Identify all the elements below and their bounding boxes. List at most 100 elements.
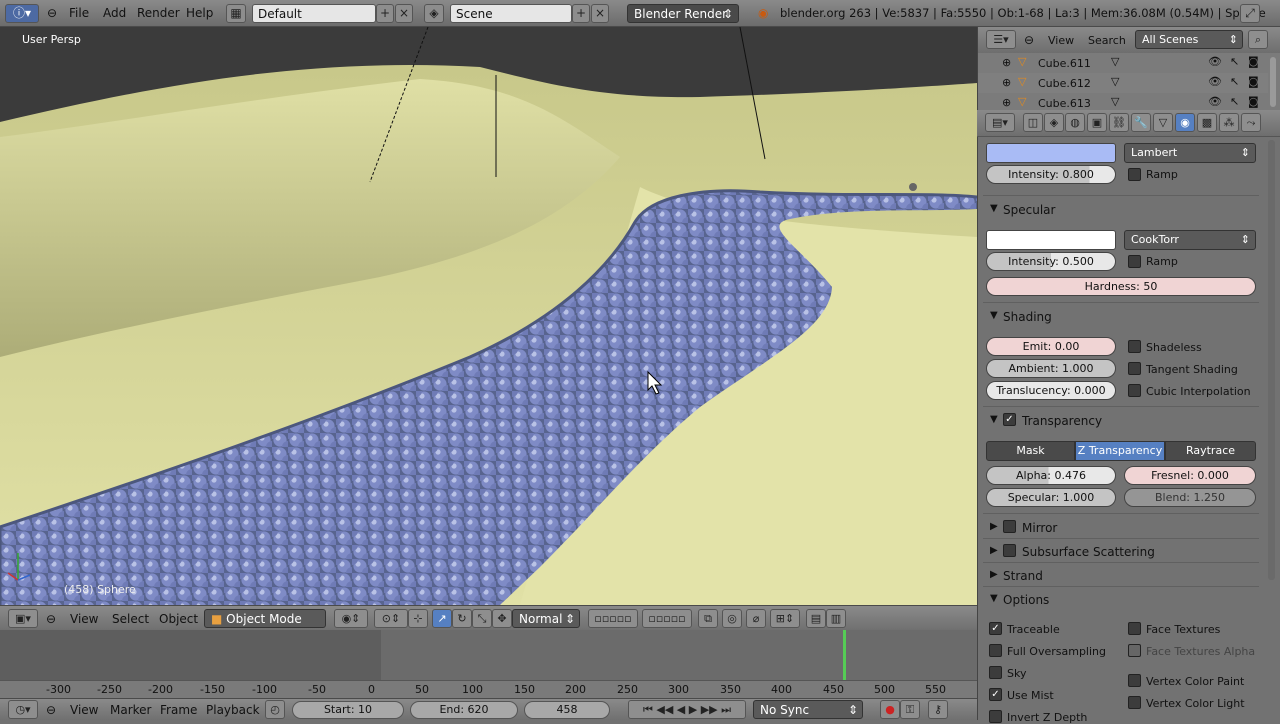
menu-view[interactable]: View bbox=[1048, 34, 1074, 47]
add-layout-icon[interactable]: + bbox=[376, 4, 394, 23]
mirror-enable-checkbox[interactable] bbox=[1003, 520, 1016, 533]
cubic-interpolation-checkbox[interactable] bbox=[1128, 384, 1141, 397]
manipulator-icon[interactable]: ⊹ bbox=[408, 609, 428, 628]
end-frame-field[interactable]: End: 620 bbox=[410, 701, 518, 719]
data-tab-icon[interactable]: ▽ bbox=[1153, 113, 1173, 132]
full-oversampling-checkbox[interactable] bbox=[989, 644, 1002, 657]
emit-field[interactable]: Emit: 0.00 bbox=[986, 337, 1116, 356]
layers-grid-a[interactable]: ▫▫▫▫▫ bbox=[588, 609, 638, 628]
menu-marker[interactable]: Marker bbox=[110, 703, 151, 717]
snap-element-icon[interactable]: ⊞⇕ bbox=[770, 609, 800, 628]
invert-z-checkbox[interactable] bbox=[989, 710, 1002, 723]
properties-scrollbar[interactable] bbox=[1268, 140, 1275, 580]
expand-icon[interactable]: ⊕ bbox=[1002, 56, 1011, 69]
outliner-row[interactable]: ⊕ ▽ Cube.611 ▽ 👁 ↖ ◙ bbox=[978, 53, 1268, 73]
transform-icon[interactable]: ✥ bbox=[492, 609, 512, 628]
snap-icon[interactable]: ⌀ bbox=[746, 609, 766, 628]
vertex-color-paint-checkbox[interactable] bbox=[1128, 674, 1141, 687]
panel-specular[interactable]: ▼ Specular bbox=[983, 199, 1259, 221]
scene-field[interactable]: Scene bbox=[450, 4, 572, 23]
camera-icon[interactable]: ◙ bbox=[1248, 55, 1259, 68]
delete-layout-icon[interactable]: × bbox=[395, 4, 413, 23]
specular-color-swatch[interactable] bbox=[986, 230, 1116, 250]
collapse-menu-icon[interactable]: ⊖ bbox=[46, 612, 56, 626]
fullscreen-icon[interactable]: ⤢ bbox=[1240, 4, 1260, 23]
translucency-slider[interactable]: Translucency: 0.000 bbox=[986, 381, 1116, 400]
transparency-raytrace-tab[interactable]: Raytrace bbox=[1165, 441, 1256, 461]
specular-shader-select[interactable]: CookTorr ⇕ bbox=[1124, 230, 1256, 250]
timeline-ruler[interactable]: -300 -250 -200 -150 -100 -50 0 50 100 15… bbox=[0, 680, 977, 698]
editor-type-outliner-icon[interactable]: ☰▾ bbox=[986, 30, 1016, 49]
render-opengl-icon[interactable]: ▤ bbox=[806, 609, 826, 628]
shadeless-checkbox[interactable] bbox=[1128, 340, 1141, 353]
render-tab-icon[interactable]: ◫ bbox=[1023, 113, 1043, 132]
menu-search[interactable]: Search bbox=[1088, 34, 1126, 47]
tangent-shading-checkbox[interactable] bbox=[1128, 362, 1141, 375]
menu-help[interactable]: Help bbox=[186, 6, 213, 20]
use-mist-checkbox[interactable]: ✓ bbox=[989, 688, 1002, 701]
specular-ramp-checkbox[interactable] bbox=[1128, 255, 1141, 268]
modifiers-tab-icon[interactable]: 🔧 bbox=[1131, 113, 1151, 132]
material-tab-icon[interactable]: ◉ bbox=[1175, 113, 1195, 132]
sky-checkbox[interactable] bbox=[989, 666, 1002, 679]
cursor-icon[interactable]: ↖ bbox=[1230, 95, 1239, 108]
editor-type-3d-icon[interactable]: ▣▾ bbox=[8, 609, 38, 628]
panel-subsurface-scattering[interactable]: ▶ Subsurface Scattering bbox=[983, 541, 1259, 563]
object-tab-icon[interactable]: ▣ bbox=[1087, 113, 1107, 132]
menu-add[interactable]: Add bbox=[103, 6, 126, 20]
editor-type-properties-icon[interactable]: ▤▾ bbox=[985, 113, 1015, 132]
keyframe-icon[interactable]: ⚷ bbox=[928, 700, 948, 719]
blend-field[interactable]: Blend: 1.250 bbox=[1124, 488, 1256, 507]
add-scene-icon[interactable]: + bbox=[572, 4, 590, 23]
current-frame-field[interactable]: 458 bbox=[524, 701, 610, 719]
collapse-menu-icon[interactable]: ⊖ bbox=[46, 703, 56, 717]
sss-enable-checkbox[interactable] bbox=[1003, 544, 1016, 557]
eye-icon[interactable]: 👁 bbox=[1208, 95, 1222, 108]
render-anim-icon[interactable]: ▥ bbox=[826, 609, 846, 628]
display-mode-select[interactable]: All Scenes ⇕ bbox=[1135, 30, 1243, 49]
diffuse-shader-select[interactable]: Lambert ⇕ bbox=[1124, 143, 1256, 163]
eye-icon[interactable]: 👁 bbox=[1208, 75, 1222, 88]
expand-icon[interactable]: ⊕ bbox=[1002, 76, 1011, 89]
face-textures-alpha-checkbox[interactable] bbox=[1128, 644, 1141, 657]
search-icon[interactable]: ⌕ bbox=[1248, 30, 1268, 49]
menu-render[interactable]: Render bbox=[137, 6, 180, 20]
preview-range-icon[interactable]: ◴ bbox=[265, 700, 285, 719]
cursor-icon[interactable]: ↖ bbox=[1230, 75, 1239, 88]
viewport-shading-icon[interactable]: ◉⇕ bbox=[334, 609, 368, 628]
3d-viewport[interactable]: User Persp (458) Sphere bbox=[0, 27, 977, 605]
render-engine-select[interactable]: Blender Render ⇕ bbox=[627, 4, 739, 23]
scene-icon[interactable]: ◈ bbox=[424, 4, 444, 23]
outliner-scrollbar[interactable] bbox=[1270, 57, 1276, 107]
menu-playback[interactable]: Playback bbox=[206, 703, 260, 717]
ambient-slider[interactable]: Ambient: 1.000 bbox=[986, 359, 1116, 378]
editor-type-timeline-icon[interactable]: ◷▾ bbox=[8, 700, 38, 719]
pivot-point-icon[interactable]: ⊙⇕ bbox=[374, 609, 408, 628]
menu-object[interactable]: Object bbox=[159, 612, 198, 626]
translate-icon[interactable]: ↗ bbox=[432, 609, 452, 628]
layer-lock-icon[interactable]: ⧉ bbox=[698, 609, 718, 628]
outliner-row[interactable]: ⊕ ▽ Cube.612 ▽ 👁 ↖ ◙ bbox=[978, 73, 1268, 93]
diffuse-ramp-checkbox[interactable] bbox=[1128, 168, 1141, 181]
camera-icon[interactable]: ◙ bbox=[1248, 95, 1259, 108]
specular-alpha-slider[interactable]: Specular: 1.000 bbox=[986, 488, 1116, 507]
editor-type-info-icon[interactable]: ⓘ▾ bbox=[5, 4, 39, 23]
transparency-mask-tab[interactable]: Mask bbox=[986, 441, 1075, 461]
diffuse-color-swatch[interactable] bbox=[986, 143, 1116, 163]
specular-intensity-slider[interactable]: Intensity: 0.500 bbox=[986, 252, 1116, 271]
menu-view[interactable]: View bbox=[70, 612, 98, 626]
sync-select[interactable]: No Sync ⇕ bbox=[753, 700, 863, 719]
start-frame-field[interactable]: Start: 10 bbox=[292, 701, 404, 719]
traceable-checkbox[interactable]: ✓ bbox=[989, 622, 1002, 635]
eye-icon[interactable]: 👁 bbox=[1208, 55, 1222, 68]
orientation-select[interactable]: Normal ⇕ bbox=[512, 609, 580, 628]
particles-tab-icon[interactable]: ⁂ bbox=[1219, 113, 1239, 132]
world-tab-icon[interactable]: ◍ bbox=[1065, 113, 1085, 132]
hardness-field[interactable]: Hardness: 50 bbox=[986, 277, 1256, 296]
transparency-z-tab[interactable]: Z Transparency bbox=[1075, 441, 1165, 461]
physics-tab-icon[interactable]: ⤳ bbox=[1241, 113, 1261, 132]
panel-strand[interactable]: ▶ Strand bbox=[983, 565, 1259, 587]
expand-icon[interactable]: ⊕ bbox=[1002, 96, 1011, 109]
proportional-edit-icon[interactable]: ◎ bbox=[722, 609, 742, 628]
cursor-icon[interactable]: ↖ bbox=[1230, 55, 1239, 68]
